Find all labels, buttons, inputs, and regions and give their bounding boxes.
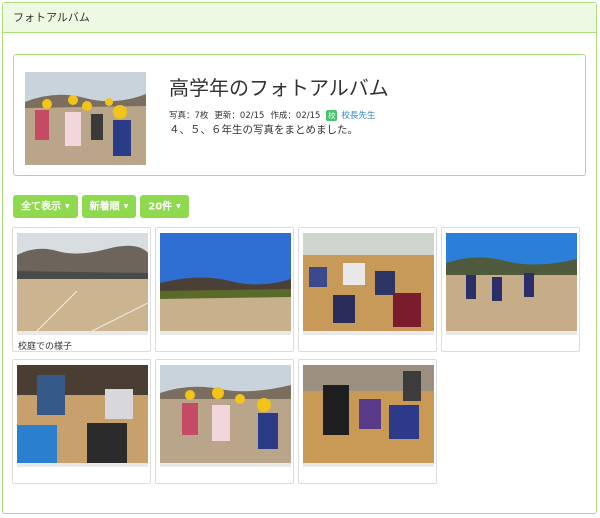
photo-tile-divider: [446, 331, 577, 335]
photo-thumbnail[interactable]: [160, 233, 291, 331]
principal-badge-icon: 校: [326, 109, 338, 121]
photo-thumbnail[interactable]: [303, 365, 434, 463]
album-toolbar: 全て表示 ▼ 新着順 ▼ 20件 ▼: [13, 195, 189, 218]
show-all-label: 全て表示: [21, 201, 61, 213]
photo-tile[interactable]: [298, 227, 437, 352]
chevron-down-icon: ▼: [123, 203, 129, 210]
photo-tile-divider: [303, 463, 434, 467]
photo-tile-divider: [303, 331, 434, 335]
author-link[interactable]: 校長先生: [341, 109, 375, 121]
photo-tile-divider: [160, 331, 291, 335]
photo-tile[interactable]: [155, 227, 294, 352]
updated-date: 更新：02/15: [214, 111, 265, 121]
album-title: 高学年のフォトアルバム: [169, 76, 389, 100]
photo-tile-divider: [160, 463, 291, 467]
photo-tile[interactable]: [12, 359, 151, 484]
photo-thumbnail[interactable]: [160, 365, 291, 463]
show-all-dropdown[interactable]: 全て表示 ▼: [13, 195, 78, 218]
photo-thumbnail[interactable]: [17, 233, 148, 331]
album-description: ４、５、６年生の写真をまとめました。: [169, 124, 358, 136]
per-page-label: 20件: [148, 201, 173, 213]
created-date: 作成：02/15: [270, 111, 321, 121]
photo-tile[interactable]: [441, 227, 580, 352]
per-page-dropdown[interactable]: 20件 ▼: [140, 195, 189, 218]
chevron-down-icon: ▼: [65, 203, 70, 210]
photo-tile[interactable]: [298, 359, 437, 484]
photo-caption: 校庭での様子: [18, 342, 73, 352]
sort-label: 新着順: [89, 201, 120, 213]
photo-tile-divider: [17, 463, 148, 467]
photo-thumbnail[interactable]: [17, 365, 148, 463]
album-cover-photo[interactable]: [25, 72, 146, 165]
photo-tile[interactable]: [155, 359, 294, 484]
chevron-down-icon: ▼: [176, 203, 181, 210]
photo-tile-divider: [17, 331, 148, 335]
photo-thumbnail[interactable]: [446, 233, 577, 331]
panel-title: フォトアルバム: [3, 3, 596, 33]
album-summary-card: 高学年のフォトアルバム 写真：7枚 更新：02/15 作成：02/15 校 校長…: [13, 54, 586, 176]
sort-dropdown[interactable]: 新着順 ▼: [81, 195, 137, 218]
photo-tile[interactable]: 校庭での様子: [12, 227, 151, 352]
photo-count: 写真：7枚: [169, 111, 209, 121]
photo-thumbnail[interactable]: [303, 233, 434, 331]
album-meta: 写真：7枚 更新：02/15 作成：02/15 校 校長先生: [169, 109, 381, 121]
